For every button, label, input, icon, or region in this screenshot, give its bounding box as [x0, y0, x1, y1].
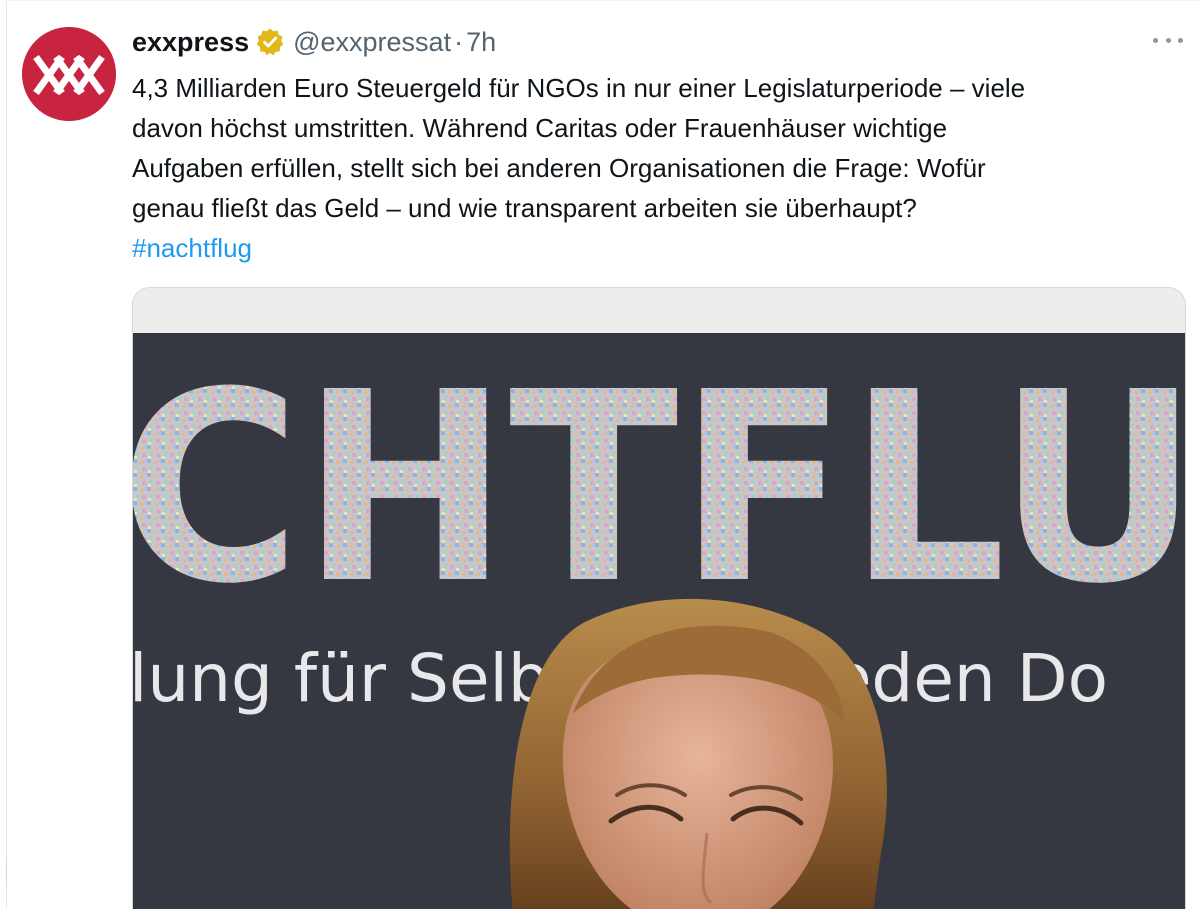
timeline-divider: [6, 0, 7, 909]
thread-line: [6, 858, 7, 886]
tweet-media[interactable]: CHTFLU lung für Selber r jeden Do: [132, 287, 1186, 909]
hashtag-link[interactable]: #nachtflug: [132, 228, 1182, 268]
avatar[interactable]: [22, 27, 116, 121]
verified-badge-icon[interactable]: [255, 27, 285, 57]
author-display-name[interactable]: exxpress: [132, 27, 249, 58]
media-top-strip: [133, 288, 1185, 333]
author-handle[interactable]: @exxpressat: [293, 27, 451, 58]
tweet-card[interactable]: exxpress @exxpressat · 7h 4,3 Milliarden…: [0, 0, 1200, 909]
tweet-text-line: davon höchst umstritten. Während Caritas…: [132, 113, 948, 143]
tweet-timestamp[interactable]: 7h: [466, 27, 496, 58]
more-options-icon[interactable]: [1153, 34, 1183, 46]
exxpress-logo-icon: [22, 27, 116, 121]
header-separator: ·: [454, 26, 464, 57]
backdrop-big-text: CHTFLU: [133, 336, 1185, 641]
top-divider: [6, 0, 1200, 1]
tweet-text-line: Aufgaben erfüllen, stellt sich bei ander…: [132, 153, 986, 183]
tweet-text-line: 4,3 Milliarden Euro Steuergeld für NGOs …: [132, 73, 1026, 103]
tweet-header: exxpress @exxpressat · 7h: [132, 22, 496, 62]
tweet-text-line: genau fließt das Geld – und wie transpar…: [132, 193, 917, 223]
tweet-text: 4,3 Milliarden Euro Steuergeld für NGOs …: [132, 68, 1182, 268]
media-photo: CHTFLU lung für Selber r jeden Do: [133, 333, 1185, 909]
